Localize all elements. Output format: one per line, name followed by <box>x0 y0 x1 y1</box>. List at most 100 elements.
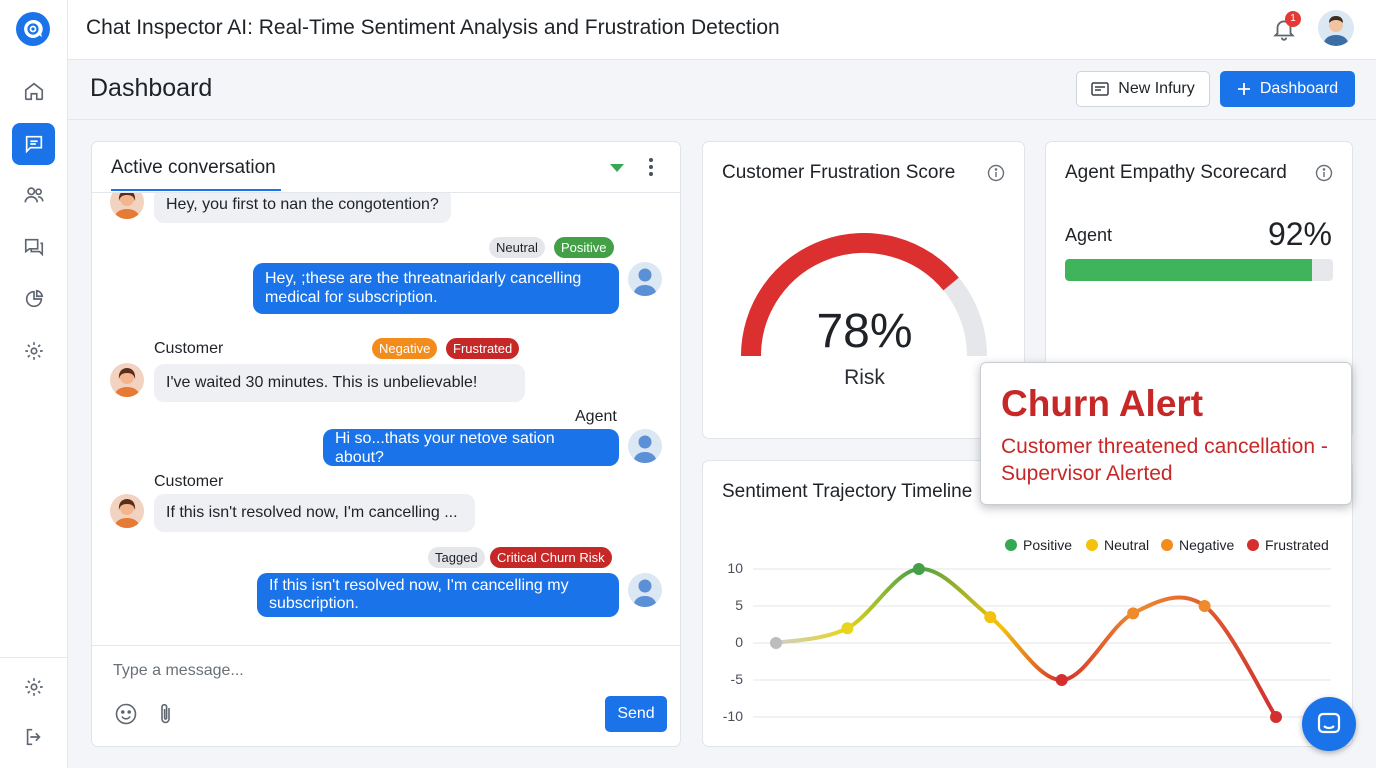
info-icon[interactable] <box>987 164 1005 182</box>
data-point[interactable] <box>1198 600 1211 612</box>
data-point[interactable] <box>1055 674 1068 686</box>
floating-chat-button[interactable] <box>1302 697 1356 751</box>
home-icon <box>24 82 43 101</box>
speaker-label: Customer <box>154 473 224 490</box>
sentiment-tag: Negative <box>372 338 438 359</box>
sidebar-item-settings[interactable] <box>12 330 55 372</box>
send-button[interactable]: Send <box>605 696 667 732</box>
more-options-button[interactable] <box>648 157 654 177</box>
attach-button[interactable] <box>156 702 176 726</box>
user-avatar[interactable] <box>1318 10 1354 46</box>
agent-avatar-icon <box>633 579 657 607</box>
message-list[interactable]: Hey, you first to nan the congotention? … <box>92 193 680 645</box>
settings-icon <box>24 342 43 360</box>
agent-avatar <box>628 573 662 607</box>
message-text: If this isn't resolved now, I'm cancelli… <box>166 504 458 521</box>
plus-icon <box>1237 83 1250 95</box>
customer-avatar-icon <box>114 193 140 219</box>
data-point[interactable] <box>912 563 925 575</box>
top-bar: Chat Inspector AI: Real-Time Sentiment A… <box>68 0 1376 60</box>
new-infury-label: New Infury <box>1118 80 1195 97</box>
message-bubble-agent: Hey, ;these are the threatnaridarly canc… <box>253 263 619 314</box>
message-text: Hi so...thats your netove sation about? <box>335 429 555 466</box>
chat-bubble-icon <box>1317 712 1341 734</box>
sidebar-item-logout[interactable] <box>12 716 55 758</box>
user-avatar-icon <box>1323 16 1349 46</box>
empathy-card-title: Agent Empathy Scorecard <box>1065 162 1287 183</box>
customer-avatar-icon <box>114 368 140 397</box>
sidebar-item-chat[interactable] <box>12 123 55 165</box>
frustration-card-title: Customer Frustration Score <box>722 162 956 183</box>
sentiment-tag: Neutral <box>489 237 545 258</box>
app-logo[interactable] <box>16 12 50 46</box>
empathy-progress-track <box>1065 259 1333 281</box>
data-point[interactable] <box>1127 607 1140 620</box>
page-title: Dashboard <box>90 74 213 102</box>
logout-icon <box>26 728 41 746</box>
kebab-icon <box>649 158 653 176</box>
message-text: Hey, you first to nan the congotention? <box>166 196 439 213</box>
speaker-label: Agent <box>575 408 617 425</box>
sentiment-tag: Tagged <box>428 547 485 568</box>
message-bubble-agent: Hi so...thats your netove sation about? <box>323 429 619 466</box>
logo-icon <box>24 19 43 38</box>
agent-avatar <box>628 429 662 463</box>
app-title: Chat Inspector AI: Real-Time Sentiment A… <box>86 16 780 39</box>
sidebar-item-conversations[interactable] <box>12 226 55 268</box>
data-point[interactable] <box>1270 711 1282 723</box>
notification-badge: 1 <box>1285 11 1301 27</box>
frustration-score-card: Customer Frustration Score 78% Risk <box>702 141 1025 439</box>
conversation-title: Active conversation <box>111 157 276 178</box>
message-bubble-agent: If this isn't resolved now, I'm cancelli… <box>257 573 619 617</box>
speaker-label: Customer <box>154 340 224 357</box>
message-input[interactable] <box>102 656 662 686</box>
empathy-agent-label: Agent <box>1065 225 1113 245</box>
sentiment-tag: Positive <box>554 237 614 258</box>
empathy-value: 92% <box>1267 216 1332 252</box>
agent-avatar <box>628 262 662 296</box>
emoji-button[interactable] <box>114 702 138 726</box>
customer-avatar <box>110 193 144 219</box>
churn-alert-body: Customer threatened cancellation - Super… <box>1001 435 1328 485</box>
sidebar <box>0 0 68 768</box>
message-bubble-customer: Hey, you first to nan the congotention? <box>154 193 451 223</box>
frustration-label: Risk <box>844 366 885 389</box>
message-text: I've waited 30 minutes. This is unbeliev… <box>166 374 478 391</box>
churn-alert-title: Churn Alert <box>1001 383 1204 424</box>
settings-icon <box>24 678 43 696</box>
conversation-tab-indicator <box>111 189 281 191</box>
info-icon[interactable] <box>1315 164 1333 182</box>
message-bubble-customer: I've waited 30 minutes. This is unbeliev… <box>154 364 525 402</box>
sidebar-item-home[interactable] <box>12 70 55 112</box>
analytics-icon <box>25 289 43 308</box>
chat-icon <box>25 135 42 154</box>
message-text: Hey, ;these are the threatnaridarly canc… <box>265 270 582 306</box>
dashboard-button-label: Dashboard <box>1259 80 1339 97</box>
data-point[interactable] <box>770 637 782 649</box>
sidebar-divider <box>0 657 68 658</box>
message-bubble-customer: If this isn't resolved now, I'm cancelli… <box>154 494 475 532</box>
sentiment-tag: Frustrated <box>446 338 520 359</box>
churn-alert-popup[interactable]: Churn Alert Customer threatened cancella… <box>980 362 1352 505</box>
users-icon <box>23 187 44 203</box>
agent-avatar-icon <box>633 435 657 463</box>
new-infury-button[interactable]: New Infury <box>1076 71 1210 107</box>
customer-avatar <box>110 363 144 397</box>
header-divider <box>68 119 1376 120</box>
paperclip-icon <box>161 703 170 724</box>
emoji-icon <box>115 703 137 725</box>
customer-avatar-icon <box>114 499 140 528</box>
customer-avatar <box>110 494 144 528</box>
conversations-icon <box>24 238 43 257</box>
data-point[interactable] <box>984 611 997 624</box>
sidebar-item-users[interactable] <box>12 174 55 216</box>
composer-divider <box>92 645 680 646</box>
sentiment-tag: Critical Churn Risk <box>490 547 612 568</box>
agent-avatar-icon <box>633 268 657 296</box>
dropdown-caret-icon[interactable] <box>610 164 624 172</box>
dashboard-button[interactable]: Dashboard <box>1220 71 1355 107</box>
sidebar-item-bottom-settings[interactable] <box>12 666 55 708</box>
sidebar-item-analytics[interactable] <box>12 278 55 320</box>
data-point[interactable] <box>841 622 854 635</box>
ticket-icon <box>1091 82 1110 96</box>
